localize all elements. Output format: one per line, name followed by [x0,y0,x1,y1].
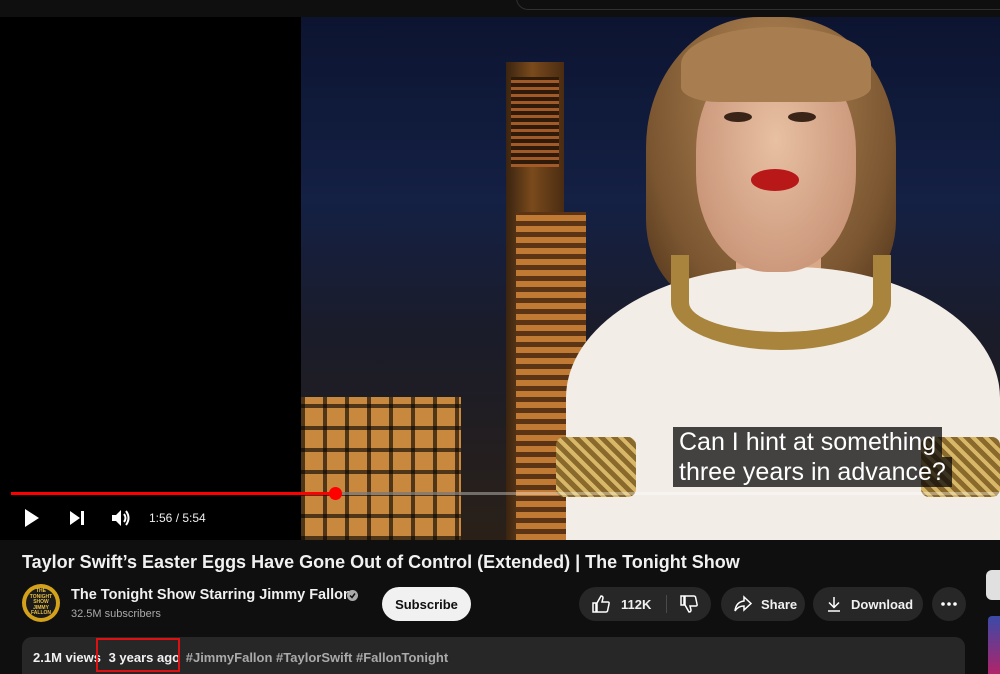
verified-check-icon [347,590,358,601]
progress-scrubber[interactable] [329,487,342,500]
next-icon [70,511,84,525]
like-button[interactable]: 112K [579,587,665,621]
time-current: 1:56 [149,511,173,525]
time-display: 1:56 / 5:54 [149,511,206,525]
player-controls: 1:56 / 5:54 [0,503,1000,533]
channel-avatar[interactable]: THE TONIGHT SHOW JIMMY FALLON [22,584,60,622]
annotation-highlight-box [96,638,180,672]
avatar-logo-text: THE TONIGHT SHOW JIMMY FALLON [26,588,56,618]
video-title: Taylor Swift’s Easter Eggs Have Gone Out… [22,552,740,572]
play-icon [25,509,39,527]
subscriber-count: 32.5M subscribers [71,608,161,620]
more-horizontal-icon [941,602,957,606]
top-bar [0,0,1000,17]
progress-fill [11,492,335,495]
like-count: 112K [621,596,652,612]
hashtags[interactable]: #JimmyFallon #TaylorSwift #FallonTonight [186,650,448,665]
volume-icon [112,510,130,526]
download-button[interactable]: Download [813,587,923,621]
video-player[interactable]: Can I hint at something three years in a… [0,17,1000,540]
sidebar-thumbnail-edge[interactable] [988,616,1000,674]
share-arrow-icon [734,595,753,612]
share-button[interactable]: Share [721,587,805,621]
captions: Can I hint at something three years in a… [673,427,952,487]
like-dislike-group: 112K [579,587,711,621]
time-separator: / [172,511,183,525]
download-label: Download [851,596,914,612]
caption-line: three years in advance? [673,457,952,487]
next-button[interactable] [63,503,91,533]
scene-tower-top [511,77,559,167]
channel-name[interactable]: The Tonight Show Starring Jimmy Fallon [71,587,352,603]
sidebar-chip-edge[interactable] [986,570,1000,600]
search-box-edge[interactable] [516,0,1000,10]
view-count: 2.1M views [33,650,101,665]
thumbs-up-icon [592,595,610,613]
play-button[interactable] [18,503,46,533]
progress-bar[interactable] [11,487,1000,500]
more-actions-button[interactable] [932,587,966,621]
download-icon [828,597,840,612]
caption-line: Can I hint at something [673,427,943,457]
subscribe-button[interactable]: Subscribe [382,587,471,621]
time-total: 5:54 [182,511,206,525]
mute-button[interactable] [107,503,135,533]
dislike-button[interactable] [667,587,711,621]
thumbs-down-icon [680,595,698,613]
owner-row: THE TONIGHT SHOW JIMMY FALLON The Tonigh… [22,584,982,624]
share-label: Share [761,596,798,612]
